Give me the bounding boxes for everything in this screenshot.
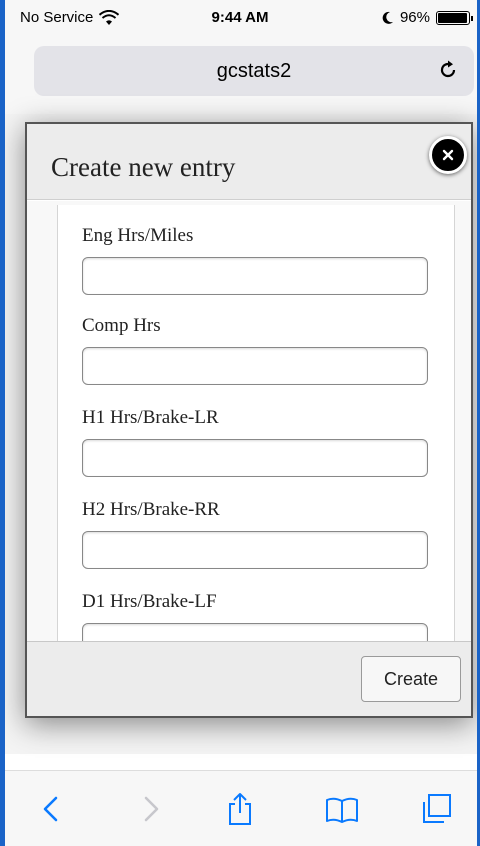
forward-icon[interactable] [132, 791, 168, 827]
back-icon[interactable] [34, 791, 70, 827]
dialog-header: Create new entry [27, 124, 471, 200]
field-label: H1 Hrs/Brake-LR [82, 407, 219, 428]
dialog-body[interactable]: Eng Hrs/Miles Comp Hrs H1 Hrs/Brake-LR H… [27, 201, 471, 661]
tabs-icon[interactable] [418, 791, 454, 827]
form-panel: Eng Hrs/Miles Comp Hrs H1 Hrs/Brake-LR H… [57, 205, 455, 661]
address-bar[interactable]: gcstats2 [34, 46, 474, 96]
reload-icon[interactable] [436, 58, 460, 82]
eng-hrs-input[interactable] [82, 257, 428, 295]
h2-hrs-input[interactable] [82, 531, 428, 569]
dialog-title: Create new entry [51, 152, 236, 182]
field-h2-hrs: H2 Hrs/Brake-RR [82, 499, 428, 569]
browser-chrome: gcstats2 [0, 34, 480, 114]
field-comp-hrs: Comp Hrs [82, 315, 428, 385]
bookmarks-icon[interactable] [324, 791, 360, 827]
battery-cap [471, 15, 473, 21]
field-label: H2 Hrs/Brake-RR [82, 499, 220, 520]
close-icon [442, 149, 454, 161]
create-button[interactable]: Create [361, 656, 461, 702]
dialog-footer: Create [27, 641, 471, 716]
field-eng-hrs: Eng Hrs/Miles [82, 225, 428, 295]
create-entry-dialog: Create new entry Eng Hrs/Miles Comp Hrs … [25, 122, 473, 718]
battery-fill [438, 12, 467, 23]
url-text: gcstats2 [216, 60, 292, 82]
field-label: Comp Hrs [82, 315, 161, 336]
h1-hrs-input[interactable] [82, 439, 428, 477]
moon-icon [382, 11, 393, 24]
close-button[interactable] [429, 136, 467, 174]
share-icon[interactable] [222, 791, 258, 827]
status-right: 96% [381, 9, 473, 26]
field-label: D1 Hrs/Brake-LF [82, 591, 217, 612]
comp-hrs-input[interactable] [82, 347, 428, 385]
field-h1-hrs: H1 Hrs/Brake-LR [82, 407, 428, 477]
battery-icon [436, 10, 473, 25]
field-label: Eng Hrs/Miles [82, 225, 194, 246]
status-bar: No Service 9:44 AM 96% [0, 0, 480, 34]
browser-toolbar [0, 770, 480, 846]
battery-percent: 96% [399, 9, 430, 26]
